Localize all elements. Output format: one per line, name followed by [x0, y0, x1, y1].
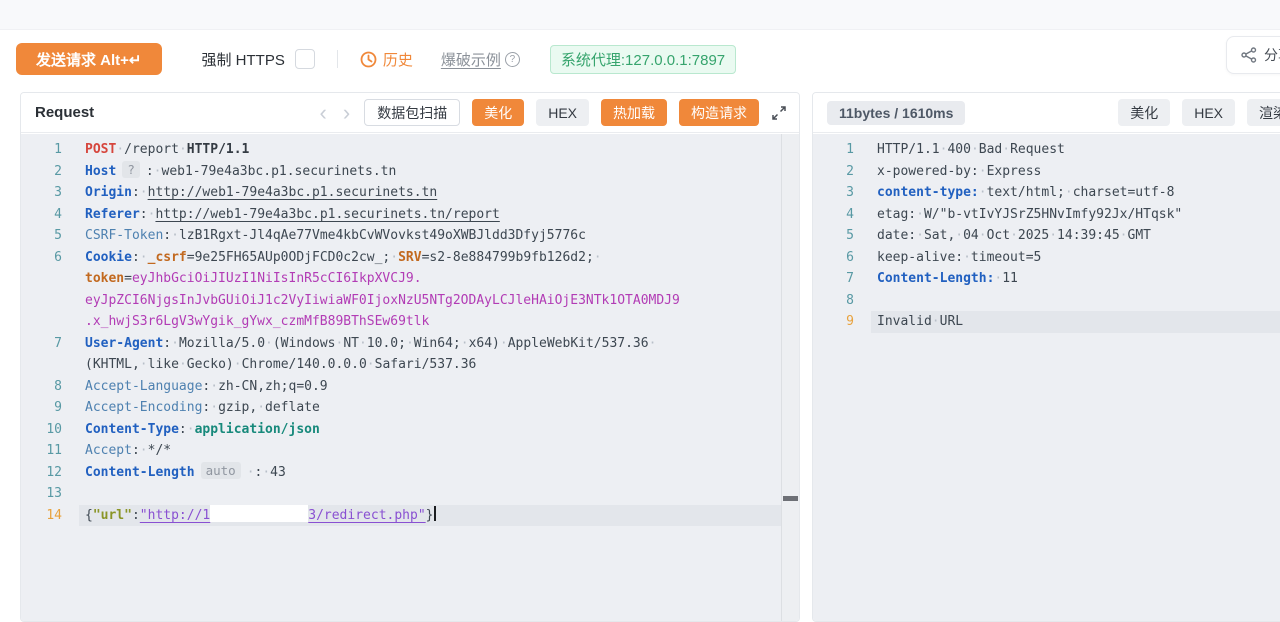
share-nodes-icon	[1241, 47, 1257, 63]
question-circle-icon[interactable]: ?	[504, 51, 520, 67]
share-button[interactable]: 分享	[1226, 36, 1280, 74]
line-number: 2	[54, 163, 62, 179]
text-cursor	[434, 505, 437, 521]
toolbar-divider	[336, 50, 338, 68]
code-line[interactable]: 12 Content-Length auto ·:·43	[21, 461, 781, 484]
response-panel-header: 11bytes / 1610ms 美化 HEX 渲染	[813, 93, 1280, 133]
line-number	[21, 268, 79, 290]
response-panel: 11bytes / 1610ms 美化 HEX 渲染 1HTTP/1.1·400…	[812, 92, 1280, 622]
force-https-label: 强制 HTTPS	[201, 51, 285, 69]
response-stats-badge: 11bytes / 1610ms	[827, 100, 966, 125]
code-line[interactable]: 14 {"url":"http://1 3/redirect.php"}	[21, 504, 781, 526]
window-top-strip	[0, 0, 1280, 30]
line-number: 8	[54, 378, 62, 394]
redacted-area	[210, 504, 309, 522]
inline-badge: auto	[200, 461, 241, 479]
request-title: Request	[35, 104, 95, 121]
code-line[interactable]: 5 CSRF-Token:·lzB1Rgxt-Jl4qAe77Vme4kbCvWV…	[21, 225, 781, 247]
construct-request-button[interactable]: 构造请求	[679, 99, 759, 126]
next-request-icon[interactable]: ›	[341, 101, 352, 124]
line-number: 2	[846, 163, 854, 179]
code-line[interactable]: 3 content-type:·text/html;·charset=utf-8	[813, 182, 1280, 204]
line-number: 7	[54, 335, 62, 351]
code-line[interactable]: 7 Content-Length:·11	[813, 268, 1280, 290]
line-number: 9	[846, 314, 854, 329]
history-button[interactable]: 历史	[360, 49, 413, 70]
expand-icon[interactable]	[771, 105, 787, 121]
line-number: 4	[846, 206, 854, 222]
line-number: 13	[46, 486, 62, 501]
response-hex-button[interactable]: HEX	[1182, 99, 1235, 126]
prev-request-icon[interactable]: ‹	[318, 101, 329, 124]
scrollbar-thumb[interactable]	[783, 496, 798, 501]
inline-badge: ?	[122, 160, 140, 178]
line-number: 14	[46, 507, 62, 523]
request-panel-header: Request ‹ › 数据包扫描 美化 HEX 热加载 构造请求	[21, 93, 799, 133]
share-label: 分享	[1264, 47, 1280, 63]
hot-reload-button[interactable]: 热加载	[601, 99, 667, 126]
blast-example-link[interactable]: 爆破示例	[441, 49, 501, 70]
code-line[interactable]: token=eyJhbGciOiJIUzI1NiIsInR5cCI6IkpXVC…	[21, 268, 781, 290]
line-number: 6	[846, 249, 854, 265]
line-number: 3	[54, 185, 62, 200]
request-panel: Request ‹ › 数据包扫描 美化 HEX 热加载 构造请求 1 POST·…	[20, 92, 800, 622]
line-number: 8	[846, 292, 854, 308]
code-line[interactable]: 10 Content-Type:·application/json	[21, 419, 781, 441]
code-line[interactable]: .x_hwjS3r6LgV3wYgik_gYwx_czmMfB89BThSEw6…	[21, 311, 781, 333]
response-render-button[interactable]: 渲染	[1247, 99, 1280, 126]
packet-scan-button[interactable]: 数据包扫描	[364, 99, 461, 126]
line-number: 9	[54, 400, 62, 415]
request-hex-button[interactable]: HEX	[536, 99, 589, 126]
code-line[interactable]: 2 Host?:·web1-79e4a3bc.p1.securinets.tn	[21, 160, 781, 183]
code-line[interactable]: 6 keep-alive:·timeout=5	[813, 247, 1280, 269]
line-number: 1	[54, 142, 62, 157]
code-line[interactable]: 3 Origin:·http://web1-79e4a3bc.p1.securin…	[21, 182, 781, 204]
code-line[interactable]: 4 Referer:·http://web1-79e4a3bc.p1.securi…	[21, 204, 781, 226]
response-editor[interactable]: 1 HTTP/1.1·400·Bad·Request 2 x-powered-by:·…	[813, 134, 1280, 621]
line-number: 10	[46, 421, 62, 437]
code-line[interactable]: 7 User-Agent:·Mozilla/5.0·(Windows·NT·10.…	[21, 333, 781, 355]
code-line[interactable]: 2 x-powered-by:·Express	[813, 161, 1280, 183]
request-scrollbar[interactable]	[781, 134, 799, 621]
response-beautify-button[interactable]: 美化	[1118, 99, 1171, 126]
line-number: 4	[54, 206, 62, 222]
force-https-checkbox[interactable]	[294, 49, 315, 69]
main-toolbar: 发送请求 Alt+↵ 强制 HTTPS 历史 爆破示例 ? 系统代理:127.0…	[0, 30, 1280, 88]
code-line[interactable]: 9 Invalid·URL	[813, 311, 1280, 333]
send-request-button[interactable]: 发送请求 Alt+↵	[16, 43, 162, 75]
code-line[interactable]: 5 date:·Sat,·04·Oct·2025·14:39:45·GMT	[813, 225, 1280, 247]
line-number: 7	[846, 271, 854, 286]
code-line[interactable]: 6 Cookie:·_csrf=9e25FH65AUp0ODjFCD0c2cw_;…	[21, 247, 781, 269]
code-line[interactable]: eyJpZCI6NjgsInJvbGUiOiJ1c2VyIiwiaWF0Ijox…	[21, 290, 781, 312]
code-line[interactable]: 11 Accept:·*/*	[21, 440, 781, 462]
code-line[interactable]: 1 HTTP/1.1·400·Bad·Request	[813, 139, 1280, 161]
line-number: 11	[46, 443, 62, 458]
code-line[interactable]: 13	[21, 483, 781, 505]
code-line[interactable]: 8	[813, 290, 1280, 312]
line-number: 3	[846, 185, 854, 200]
clock-icon	[360, 51, 377, 67]
line-number	[21, 354, 79, 376]
line-number: 12	[46, 464, 62, 480]
code-line[interactable]: (KHTML,·like·Gecko)·Chrome/140.0.0.0·Saf…	[21, 354, 781, 376]
line-number	[21, 290, 79, 312]
request-editor[interactable]: 1 POST·/report·HTTP/1.1 2 Host?:·web1-79e4a…	[21, 134, 781, 621]
line-number: 1	[846, 142, 854, 157]
line-number: 5	[846, 228, 854, 243]
line-number: 6	[54, 249, 62, 265]
history-label: 历史	[382, 51, 413, 69]
request-beautify-button[interactable]: 美化	[472, 99, 525, 126]
line-number	[21, 311, 79, 333]
line-number: 5	[54, 228, 62, 243]
system-proxy-badge[interactable]: 系统代理:127.0.0.1:7897	[549, 44, 737, 74]
code-line[interactable]: 4 etag:·W/"b-vtIvYJSrZ5HNvImfy92Jx/HTqsk"	[813, 204, 1280, 226]
code-line[interactable]: 1 POST·/report·HTTP/1.1	[21, 139, 781, 161]
code-line[interactable]: 9 Accept-Encoding:·gzip,·deflate	[21, 397, 781, 419]
code-line[interactable]: 8 Accept-Language:·zh-CN,zh;q=0.9	[21, 376, 781, 398]
